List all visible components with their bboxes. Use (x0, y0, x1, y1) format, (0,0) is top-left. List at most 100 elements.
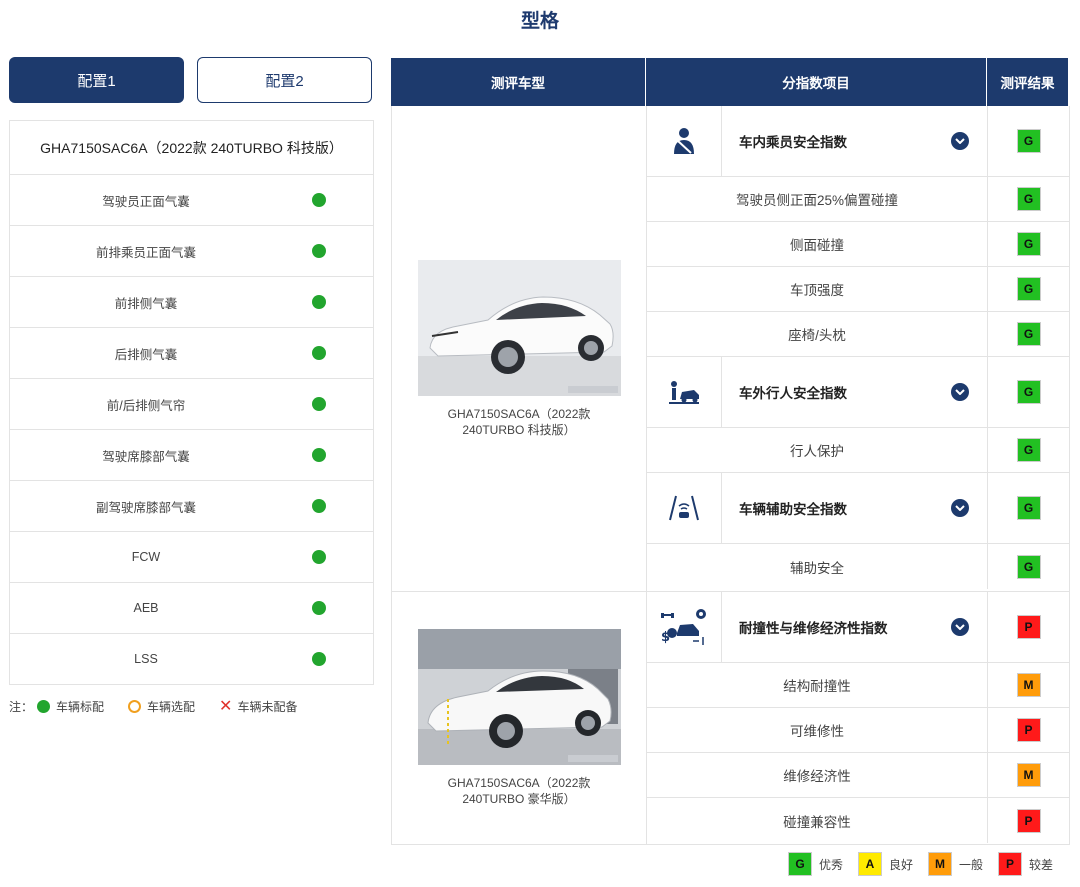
grade-badge: P (1016, 718, 1041, 742)
feature-row: 前/后排侧气帘 (10, 379, 373, 430)
car-photo-test-sedan (417, 629, 621, 765)
feature-row: FCW (10, 532, 373, 583)
feature-table: GHA7150SAC6A（2022款 240TURBO 科技版） 驾驶员正面气囊… (9, 120, 374, 685)
feature-row: AEB (10, 583, 373, 634)
sub-index-name: 车顶强度 (647, 267, 988, 311)
feature-label: 前排乘员正面气囊 (95, 245, 196, 260)
legend-badge-g: G (788, 852, 812, 876)
index-name: 车辆辅助安全指数 (739, 502, 847, 517)
grade-legend: G 优秀 A 良好 M 一般 P 较差 (788, 852, 1053, 876)
sub-index-name: 侧面碰撞 (647, 222, 988, 266)
standard-dot-icon (312, 244, 326, 258)
note-prefix: 注： (9, 700, 34, 714)
repair-cost-icon: $ (647, 592, 722, 662)
sub-index-name: 驾驶员侧正面25%偏置碰撞 (647, 177, 988, 221)
col-index: 分指数项目 (646, 58, 987, 106)
index-name: 车内乘员安全指数 (739, 135, 847, 150)
grade-badge: G (1016, 187, 1041, 211)
sub-index-row: 辅助安全 G (647, 544, 1069, 589)
chevron-down-icon[interactable] (951, 618, 969, 636)
sub-index-row: 维修经济性 M (647, 753, 1069, 798)
standard-dot-icon (312, 346, 326, 360)
grade-badge: G (1016, 554, 1041, 579)
legend-label-a: 良好 (889, 857, 914, 872)
standard-dot-icon (312, 397, 326, 411)
standard-dot-icon (312, 448, 326, 462)
feature-label: AEB (133, 601, 159, 615)
feature-model-name: GHA7150SAC6A（2022款 240TURBO 科技版） (10, 121, 373, 175)
index-row-pedestrian[interactable]: 车外行人安全指数 G (647, 357, 1069, 428)
note-none: 车辆未配备 (237, 700, 298, 714)
sub-index-row: 结构耐撞性 M (647, 663, 1069, 708)
index-name: 耐撞性与维修经济性指数 (739, 621, 888, 636)
grade-badge: G (1016, 129, 1041, 153)
legend-badge-p: P (998, 852, 1023, 876)
sub-index-name: 辅助安全 (647, 544, 988, 589)
sub-index-name: 座椅/头枕 (647, 312, 988, 356)
grade-badge: G (1016, 496, 1041, 520)
feature-row: 驾驶员正面气囊 (10, 175, 373, 226)
feature-row: 副驾驶席膝部气囊 (10, 481, 373, 532)
col-result: 测评结果 (1000, 76, 1055, 91)
grade-badge: G (1016, 438, 1041, 462)
feature-label: 前排侧气囊 (114, 296, 178, 311)
feature-label: 驾驶席膝部气囊 (102, 449, 190, 464)
results-table-header: 测评车型 分指数项目 测评结果 (391, 58, 1068, 106)
standard-dot-icon (312, 601, 326, 615)
note-standard: 车辆标配 (56, 700, 105, 714)
sub-index-row: 可维修性 P (647, 708, 1069, 753)
result-group-2: GHA7150SAC6A（2022款 240TURBO 豪华版） $ 耐撞性与维… (391, 591, 1070, 845)
sub-index-row: 车顶强度 G (647, 267, 1069, 312)
car-cell: GHA7150SAC6A（2022款 240TURBO 科技版） (392, 106, 647, 591)
lane-assist-icon (647, 473, 722, 543)
grade-badge: G (1016, 277, 1041, 301)
standard-dot-icon (312, 193, 326, 207)
standard-dot-icon (312, 295, 326, 309)
grade-badge: G (1016, 322, 1041, 346)
sub-index-name: 碰撞兼容性 (647, 798, 988, 843)
index-row-occupant[interactable]: 车内乘员安全指数 G (647, 106, 1069, 177)
feature-label: LSS (134, 652, 158, 666)
feature-row: 前排乘员正面气囊 (10, 226, 373, 277)
result-group-1: GHA7150SAC6A（2022款 240TURBO 科技版） 车内乘员安全指… (391, 106, 1070, 592)
standard-dot-icon (312, 550, 326, 564)
sub-index-row: 驾驶员侧正面25%偏置碰撞 G (647, 177, 1069, 222)
feature-label: 后排侧气囊 (114, 347, 178, 362)
grade-badge: G (1016, 232, 1041, 256)
pedestrian-car-icon (647, 357, 722, 427)
grade-badge: M (1016, 763, 1041, 787)
standard-dot-icon (312, 499, 326, 513)
feature-row: 前排侧气囊 (10, 277, 373, 328)
tab-config-2[interactable]: 配置2 (197, 57, 372, 103)
feature-label: 驾驶员正面气囊 (102, 194, 190, 209)
grade-badge: G (1016, 380, 1041, 404)
index-row-assist[interactable]: 车辆辅助安全指数 G (647, 473, 1069, 544)
grade-badge: M (1016, 673, 1041, 697)
legend-label-g: 优秀 (819, 857, 844, 872)
chevron-down-icon[interactable] (951, 383, 969, 401)
grade-badge: P (1016, 615, 1041, 639)
chevron-down-icon[interactable] (951, 132, 969, 150)
sub-index-row: 碰撞兼容性 P (647, 798, 1069, 843)
sub-index-name: 结构耐撞性 (647, 663, 988, 707)
feature-label: FCW (131, 550, 161, 564)
legend-label-m: 一般 (959, 857, 984, 872)
feature-label: 前/后排侧气帘 (106, 398, 186, 413)
index-name: 车外行人安全指数 (739, 386, 847, 401)
page-title: 型格 (520, 11, 559, 32)
chevron-down-icon[interactable] (951, 499, 969, 517)
legend-badge-a: A (858, 852, 883, 876)
sub-index-row: 侧面碰撞 G (647, 222, 1069, 267)
sub-index-name: 行人保护 (647, 428, 988, 472)
index-row-repair[interactable]: $ 耐撞性与维修经济性指数 P (647, 592, 1069, 663)
standard-dot-icon (312, 652, 326, 666)
feature-row: LSS (10, 634, 373, 684)
tab-config-1[interactable]: 配置1 (9, 57, 184, 103)
sub-index-name: 维修经济性 (647, 753, 988, 797)
sub-index-row: 座椅/头枕 G (647, 312, 1069, 357)
legend-label-p: 较差 (1029, 857, 1054, 872)
car-caption: GHA7150SAC6A（2022款 240TURBO 豪华版） (447, 776, 591, 806)
seatbelt-person-icon (647, 106, 722, 176)
note-optional: 车辆选配 (147, 700, 196, 714)
legend-badge-m: M (928, 852, 953, 876)
